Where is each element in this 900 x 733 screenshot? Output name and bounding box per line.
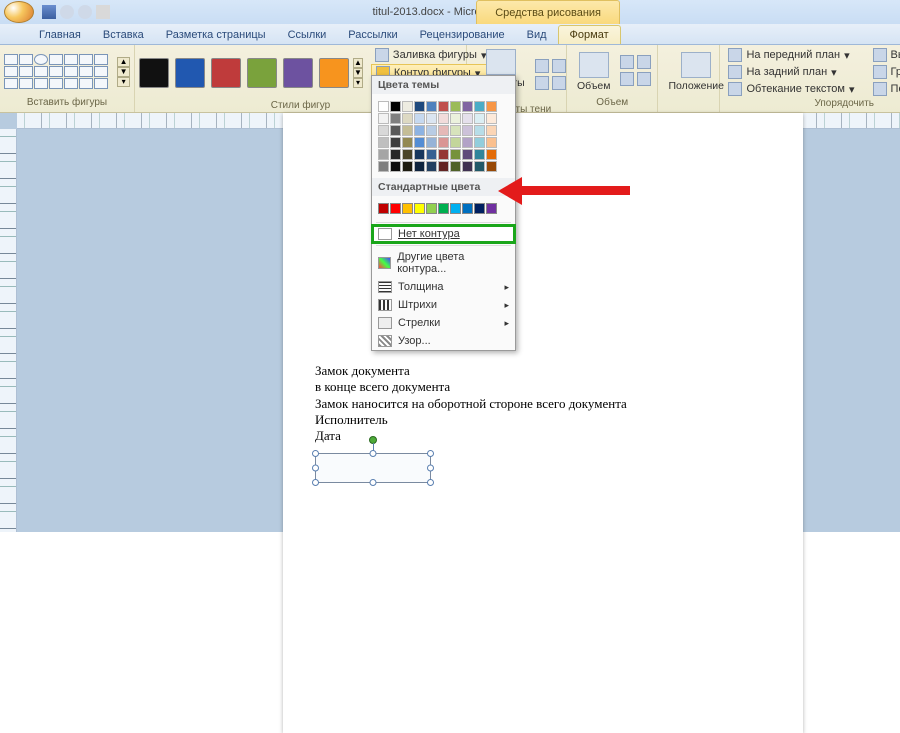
- style-swatch[interactable]: [283, 58, 313, 88]
- rotate-icon: [873, 82, 887, 96]
- outline-dashes-item[interactable]: Штрихи▸: [372, 296, 515, 314]
- no-outline-icon: [378, 228, 392, 240]
- tab-mailings[interactable]: Рассылки: [337, 26, 408, 44]
- resize-handle-n[interactable]: [370, 450, 377, 457]
- contextual-tab-drawing-tools[interactable]: Средства рисования: [476, 0, 620, 24]
- style-swatch[interactable]: [211, 58, 241, 88]
- undo-icon[interactable]: [60, 5, 74, 19]
- resize-handle-e[interactable]: [427, 465, 434, 472]
- tab-review[interactable]: Рецензирование: [409, 26, 516, 44]
- send-to-back-button[interactable]: На задний план ▾: [724, 64, 858, 80]
- style-swatch[interactable]: [139, 58, 169, 88]
- text-wrap-button[interactable]: Обтекание текстом ▾: [724, 81, 858, 97]
- shadow-nudge-left[interactable]: [535, 76, 549, 90]
- vertical-ruler[interactable]: [0, 129, 17, 532]
- palette-icon: [378, 257, 391, 269]
- bucket-icon: [375, 48, 389, 62]
- shape-outline-dropdown: Цвета темы Стандартные цвета Нет контура…: [371, 75, 516, 351]
- shadow-nudge-down[interactable]: [552, 76, 566, 90]
- shapes-gallery[interactable]: [4, 54, 113, 89]
- group-button[interactable]: Группировать: [869, 64, 900, 80]
- arrows-icon: [378, 317, 392, 329]
- cube-icon: [579, 52, 609, 78]
- group-position: Положение: [658, 45, 720, 112]
- group-icon: [873, 65, 887, 79]
- outline-weight-item[interactable]: Толщина▸: [372, 278, 515, 296]
- tab-home[interactable]: Главная: [28, 26, 92, 44]
- group-3d: Объем Объем: [567, 45, 658, 112]
- style-swatch[interactable]: [175, 58, 205, 88]
- style-swatch[interactable]: [247, 58, 277, 88]
- title-bar: titul-2013.docx - Microsoft Word Средств…: [0, 0, 900, 24]
- 3d-tilt-down[interactable]: [637, 72, 651, 86]
- outline-pattern-item[interactable]: Узор...: [372, 332, 515, 350]
- tab-insert[interactable]: Вставка: [92, 26, 155, 44]
- weight-icon: [378, 281, 392, 293]
- document-text: Замок документа в конце всего документа …: [315, 363, 771, 444]
- group-label: Вставить фигуры: [4, 96, 130, 110]
- more-outline-colors-item[interactable]: Другие цвета контура...: [372, 248, 515, 278]
- style-swatch[interactable]: [319, 58, 349, 88]
- no-outline-item[interactable]: Нет контура: [372, 225, 515, 243]
- dashes-icon: [378, 299, 392, 311]
- page[interactable]: Замок документа в конце всего документа …: [283, 113, 803, 733]
- save-icon[interactable]: [42, 5, 56, 19]
- resize-handle-w[interactable]: [312, 465, 319, 472]
- resize-handle-s[interactable]: [370, 479, 377, 486]
- 3d-tilt-left[interactable]: [620, 72, 634, 86]
- group-label: Объем: [571, 96, 653, 110]
- resize-handle-se[interactable]: [427, 479, 434, 486]
- back-icon: [728, 65, 742, 79]
- position-icon: [681, 52, 711, 78]
- office-button[interactable]: [4, 1, 34, 23]
- wrap-icon: [728, 82, 742, 96]
- 3d-tilt-up[interactable]: [620, 55, 634, 69]
- quick-access-toolbar: [42, 5, 110, 19]
- annotation-arrow: [520, 186, 630, 195]
- tab-page-layout[interactable]: Разметка страницы: [155, 26, 277, 44]
- shadow-icon: [486, 49, 516, 75]
- shadow-nudge-right[interactable]: [552, 59, 566, 73]
- 3d-effects-button[interactable]: Объем: [571, 50, 616, 94]
- shadow-nudge-up[interactable]: [535, 59, 549, 73]
- selected-text-box[interactable]: [315, 453, 431, 483]
- bring-to-front-button[interactable]: На передний план ▾: [724, 47, 858, 63]
- align-button[interactable]: Выровнять: [869, 47, 900, 63]
- resize-handle-ne[interactable]: [427, 450, 434, 457]
- standard-colors-header: Стандартные цвета: [372, 178, 515, 196]
- align-icon: [873, 48, 887, 62]
- outline-arrows-item[interactable]: Стрелки▸: [372, 314, 515, 332]
- resize-handle-sw[interactable]: [312, 479, 319, 486]
- ribbon-tabs: Главная Вставка Разметка страницы Ссылки…: [0, 24, 900, 45]
- pattern-icon: [378, 335, 392, 347]
- group-label: Упорядочить: [724, 97, 900, 111]
- theme-colors-grid[interactable]: [378, 101, 509, 172]
- redo-icon[interactable]: [78, 5, 92, 19]
- standard-colors-row[interactable]: [378, 203, 509, 214]
- tab-references[interactable]: Ссылки: [277, 26, 338, 44]
- styles-more[interactable]: ▲▼▾: [353, 58, 363, 88]
- resize-handle-nw[interactable]: [312, 450, 319, 457]
- group-label: [662, 96, 715, 110]
- tab-view[interactable]: Вид: [516, 26, 558, 44]
- rotate-button[interactable]: Повернуть: [869, 81, 900, 97]
- window-title: titul-2013.docx - Microsoft Word: [0, 6, 900, 18]
- front-icon: [728, 48, 742, 62]
- group-insert-shapes: ▲▼▾ Вставить фигуры: [0, 45, 135, 112]
- 3d-tilt-right[interactable]: [637, 55, 651, 69]
- print-icon[interactable]: [96, 5, 110, 19]
- gallery-scroll[interactable]: ▲▼▾: [117, 57, 130, 87]
- group-arrange: На передний план ▾ На задний план ▾ Обте…: [720, 45, 900, 112]
- theme-colors-header: Цвета темы: [372, 76, 515, 94]
- tab-format[interactable]: Формат: [558, 25, 621, 44]
